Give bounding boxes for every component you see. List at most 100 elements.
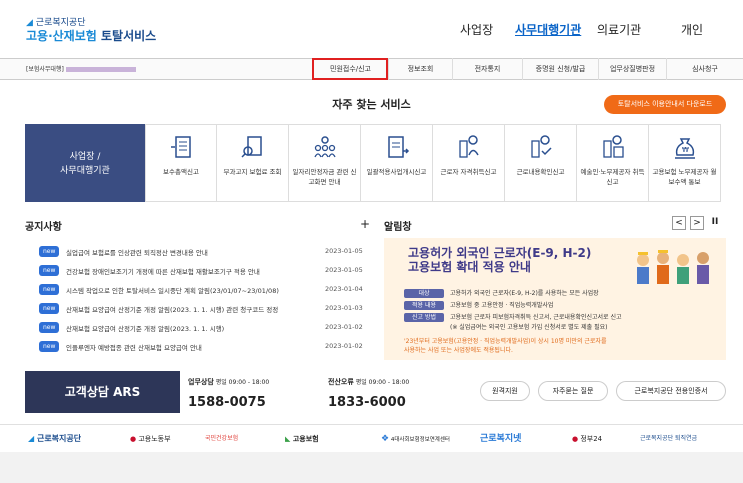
gov-icon: ● <box>572 435 579 443</box>
logo-moel-text: 고용노동부 <box>138 435 171 443</box>
money-bag-icon: ₩ <box>675 138 695 159</box>
alarm-title: 알림창 <box>384 222 412 233</box>
notice-row[interactable]: new 시스템 작업으로 인한 토탈서비스 일시중단 계획 알림(23/01/07… <box>25 283 363 299</box>
comwel-icon: ◢ <box>28 434 35 443</box>
notice-row-title[interactable]: 산재보험 요양급여 산정기준 개정 알림(2023. 1. 1. 시행) <box>66 323 306 333</box>
menu-disease-judgment[interactable]: 업무상질병판정 <box>598 58 666 80</box>
alarm-pause-button[interactable]: II <box>708 216 722 230</box>
service-label: 예술인·노무제공자 취득신고 <box>580 168 645 186</box>
workers-illustration <box>628 246 718 286</box>
new-badge: new <box>39 265 60 276</box>
menu-review-request[interactable]: 심사청구 <box>666 58 743 80</box>
logo-pension[interactable]: 근로복지공단 퇴직연금 <box>640 430 730 448</box>
footer-divider <box>0 424 743 425</box>
notice-row-title[interactable]: 인플루엔자 예방접종 관련 산재보험 요양급여 안내 <box>66 342 306 352</box>
user-label-text: [보험사무대행] <box>26 66 64 73</box>
menu-certificate[interactable]: 증명원 신청/발급 <box>522 58 598 80</box>
logo-nhis[interactable]: 국민건강보험 <box>205 430 238 448</box>
notice-row-date: 2023-01-05 <box>325 266 363 274</box>
logo-ei[interactable]: ◣ 고용보험 <box>285 430 319 448</box>
site-title-part2: 토탈서비스 <box>101 29 157 43</box>
notice-row[interactable]: new 실업급여 보험료를 인상관련 퇴직정산 변경내용 안내 2023-01-05 <box>25 245 363 261</box>
people-group-icon <box>314 136 336 158</box>
banner-row: 신고 방법 고용보험 근로자 피보험자격취득 신고서, 근로내용확인신고서로 신고 <box>404 312 622 322</box>
notice-row-date: 2023-01-05 <box>325 247 363 255</box>
service-item[interactable]: ₩ 고용보험 노무제공자 월보수액 통보 <box>649 124 721 202</box>
certificate-button[interactable]: 근로복지공단 전용인증서 <box>616 381 726 401</box>
notice-row-title[interactable]: 실업급여 보험료를 인상관련 퇴직정산 변경내용 안내 <box>66 247 306 257</box>
service-label: 일괄적용사업개시신고 <box>366 168 427 176</box>
menu-e-notice[interactable]: 전자통지 <box>452 58 522 80</box>
logo-gov24[interactable]: ● 정부24 <box>572 430 602 448</box>
banner-row-tag: 대상 <box>404 289 444 298</box>
service-item[interactable]: 일괄적용사업개시신고 <box>361 124 433 202</box>
phone-title: 업무상담 <box>188 378 214 386</box>
phone-hours: 평일 09:00 - 18:00 <box>355 379 410 386</box>
logo-moel[interactable]: ● 고용노동부 <box>130 430 171 448</box>
phone-title: 전산오류 <box>328 378 354 386</box>
nav-business[interactable]: 사업장 <box>460 21 493 38</box>
remote-support-button[interactable]: 원격지원 <box>480 381 530 401</box>
nav-agency[interactable]: 사무대행기관 <box>515 21 581 38</box>
menu-info-lookup[interactable]: 정보조회 <box>388 58 452 80</box>
person-doc-icon <box>603 135 624 158</box>
service-item[interactable]: 근로자 자격취득신고 <box>433 124 505 202</box>
logo-gov24-text: 정부24 <box>580 435 603 443</box>
nav-medical[interactable]: 의료기관 <box>597 21 641 38</box>
service-item[interactable]: 보수총액신고 <box>145 124 217 202</box>
notice-row-title[interactable]: 시스템 작업으로 인한 토탈서비스 일시중단 계획 알림(23/01/07~23… <box>66 285 306 295</box>
new-badge: new <box>39 341 60 352</box>
service-item[interactable]: 예술인·노무제공자 취득신고 <box>577 124 649 202</box>
notice-row-date: 2023-01-03 <box>325 304 363 312</box>
user-label: [보험사무대행] <box>26 64 136 73</box>
banner-row-value: 고용허가 외국인 근로자(E-9, H-2)를 사용하는 모든 사업장 <box>450 290 599 297</box>
ei-icon: ◣ <box>285 435 291 443</box>
download-guide-button[interactable]: 토탈서비스 이용안내서 다운로드 <box>604 95 726 114</box>
service-label: 근로자 자격취득신고 <box>440 168 497 176</box>
menu-complaint-report[interactable]: 민원접수/신고 <box>312 58 388 80</box>
logo-4insure-text: 4대사회보험정보연계센터 <box>390 437 450 443</box>
banner-row-value: 고용보험 근로자 피보험자격취득 신고서, 근로내용확인신고서로 신고 <box>450 314 622 321</box>
service-label: 근로내용확인신고 <box>516 168 565 176</box>
notice-row[interactable]: new 산재보험 요양급여 산정기준 개정 알림(2023. 1. 1. 시행) … <box>25 302 363 318</box>
service-item[interactable]: 일자리안정자금 관련 신고화면 안내 <box>289 124 361 202</box>
notice-more-button[interactable]: + <box>360 217 370 231</box>
new-badge: new <box>39 284 60 295</box>
phone-hours: 평일 09:00 - 18:00 <box>215 379 270 386</box>
site-title[interactable]: 고용·산재보험 토탈서비스 <box>26 27 156 44</box>
notice-row[interactable]: new 건강보험 장애인보조기기 개정에 따른 산재보험 재활보조기구 적용 안내… <box>25 264 363 280</box>
svg-text:₩: ₩ <box>682 146 689 154</box>
nav-personal[interactable]: 개인 <box>681 21 703 38</box>
banner-headline-2: 고용보험 확대 적용 안내 <box>408 260 531 274</box>
banner-note-2: 사용하는 사업 또는 사업장에도 적용됩니다. <box>404 347 513 354</box>
page: ◢ 근로복지공단 고용·산재보험 토탈서비스 사업장 사무대행기관 의료기관 개… <box>0 0 743 483</box>
notice-row-title[interactable]: 건강보험 장애인보조기기 개정에 따른 산재보험 재활보조기구 적용 안내 <box>66 266 306 276</box>
taeguk-icon: ● <box>130 435 137 443</box>
service-item[interactable]: 부과고지 보험료 조회 <box>217 124 289 202</box>
document-search-icon <box>241 136 262 158</box>
banner-note-1: '23년부터 고용보험(고용안정 · 직업능력개발사업)이 상시 10명 미만의… <box>404 338 607 345</box>
new-badge: new <box>39 303 60 314</box>
logo-4insure[interactable]: ❖ 4대사회보험정보연계센터 <box>381 430 451 448</box>
logo-welfarenet[interactable]: 근로복지넷 <box>480 430 521 448</box>
person-check-icon <box>531 135 552 158</box>
banner-row: 적용 내용 고용보험 중 고용안정 · 직업능력개발사업 <box>404 300 553 310</box>
service-label: 부과고지 보험료 조회 <box>223 168 282 176</box>
notice-row[interactable]: new 인플루엔자 예방접종 관련 산재보험 요양급여 안내 2023-01-02 <box>25 340 363 356</box>
service-label: 보수총액신고 <box>163 168 199 176</box>
notice-title: 공지사항 <box>25 222 62 233</box>
logo-comwel-text: 근로복지공단 <box>36 434 82 443</box>
notice-row[interactable]: new 산재보험 요양급여 산정기준 개정 알림(2023. 1. 1. 시행) 2… <box>25 321 363 337</box>
service-item[interactable]: 근로내용확인신고 <box>505 124 577 202</box>
logo-comwel[interactable]: ◢ 근로복지공단 <box>28 430 81 448</box>
document-list-icon <box>171 136 191 158</box>
banner-row-tag: 신고 방법 <box>404 313 444 322</box>
alarm-prev-button[interactable]: < <box>672 216 686 230</box>
service-label: 일자리안정자금 관련 신고화면 안내 <box>292 168 357 186</box>
alarm-next-button[interactable]: > <box>690 216 704 230</box>
person-add-icon <box>459 135 479 158</box>
notice-row-title[interactable]: 산재보험 요양급여 산정기준 개정 알림(2023. 1. 1. 시행) 관련 … <box>66 304 306 314</box>
document-arrow-icon <box>388 136 410 158</box>
phone-number: 1833-6000 <box>328 395 406 410</box>
faq-button[interactable]: 자주묻는 질문 <box>538 381 608 401</box>
